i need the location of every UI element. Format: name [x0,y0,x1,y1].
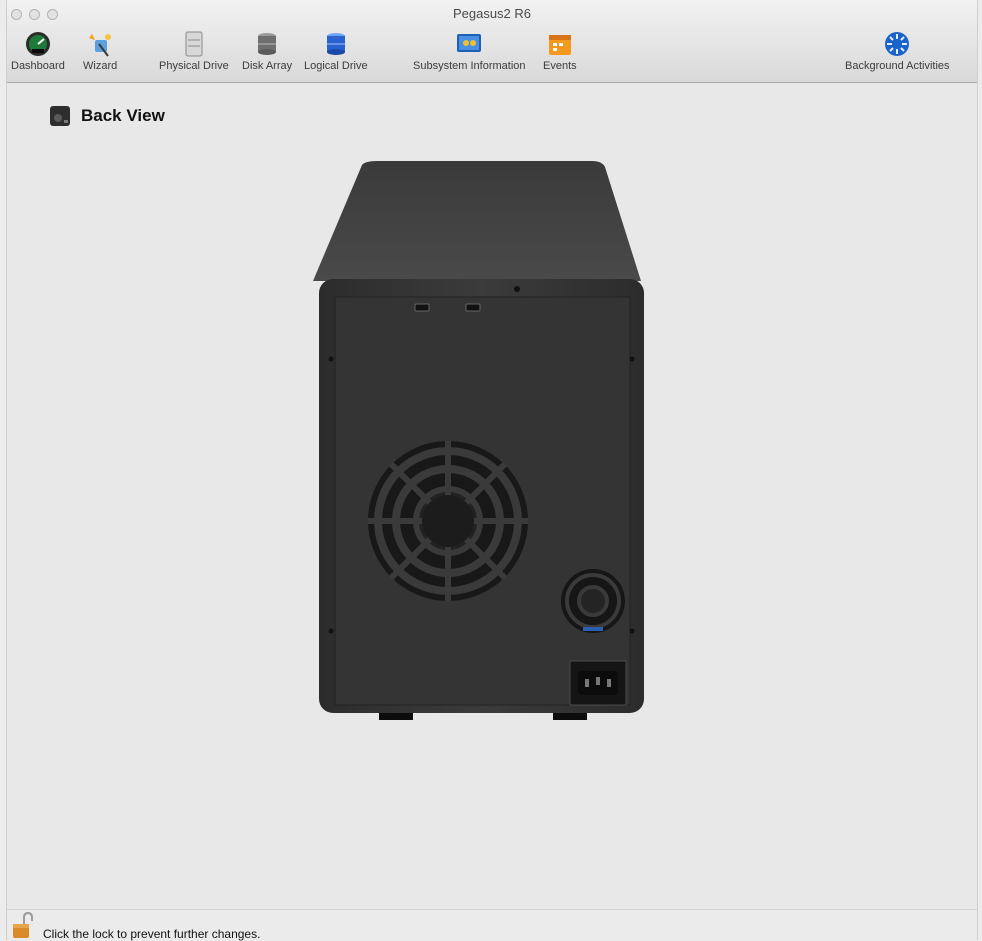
page-title: Back View [81,106,165,125]
toolbar-subsystem-information-button[interactable]: Subsystem Information [413,30,526,72]
status-bar: Click the lock to prevent further change… [7,909,977,941]
main-content: Back View [7,83,977,909]
physical-drive-icon [185,31,203,57]
logical-drive-icon [326,33,345,55]
toolbar-events-label: Events [543,60,577,72]
toolbar-wizard-label: Wizard [83,60,118,72]
toolbar-physical-drive-label: Physical Drive [159,60,229,72]
section-heading: Back View [49,105,165,127]
toolbar-background-activities-button[interactable]: Background Activities [845,30,950,72]
toolbar-dashboard-label: Dashboard [11,60,65,72]
window-title: Pegasus2 R6 [452,6,532,21]
padlock-icon[interactable] [11,912,33,940]
toolbar-subsystem-information-label: Subsystem Information [413,60,526,72]
status-text: Click the lock to prevent further change… [43,927,261,941]
device-back-icon [50,106,70,126]
toolbar-dashboard-button[interactable]: Dashboard [11,30,65,72]
subsystem-information-icon [457,34,482,52]
device-back-view-image [313,161,644,720]
toolbar-events-button[interactable]: Events [543,30,577,72]
toolbar-logical-drive-label: Logical Drive [304,60,368,72]
events-calendar-icon [548,35,571,55]
dashboard-gauge-icon [25,32,50,56]
toolbar-logical-drive-button[interactable]: Logical Drive [304,30,368,72]
toolbar-disk-array-button[interactable]: Disk Array [242,30,292,72]
toolbar-background-activities-label: Background Activities [845,60,950,72]
app-window: Pegasus2 R6 Dashboard Wizard Physical Dr… [6,0,978,941]
disk-array-icon [258,33,277,55]
toolbar-disk-array-label: Disk Array [242,60,293,72]
toolbar-wizard-button[interactable]: Wizard [83,30,117,72]
background-activities-icon [885,32,910,56]
toolbar-physical-drive-button[interactable]: Physical Drive [159,30,229,72]
title-toolbar-area: Pegasus2 R6 Dashboard Wizard Physical Dr… [7,0,977,83]
wizard-icon [89,34,112,57]
